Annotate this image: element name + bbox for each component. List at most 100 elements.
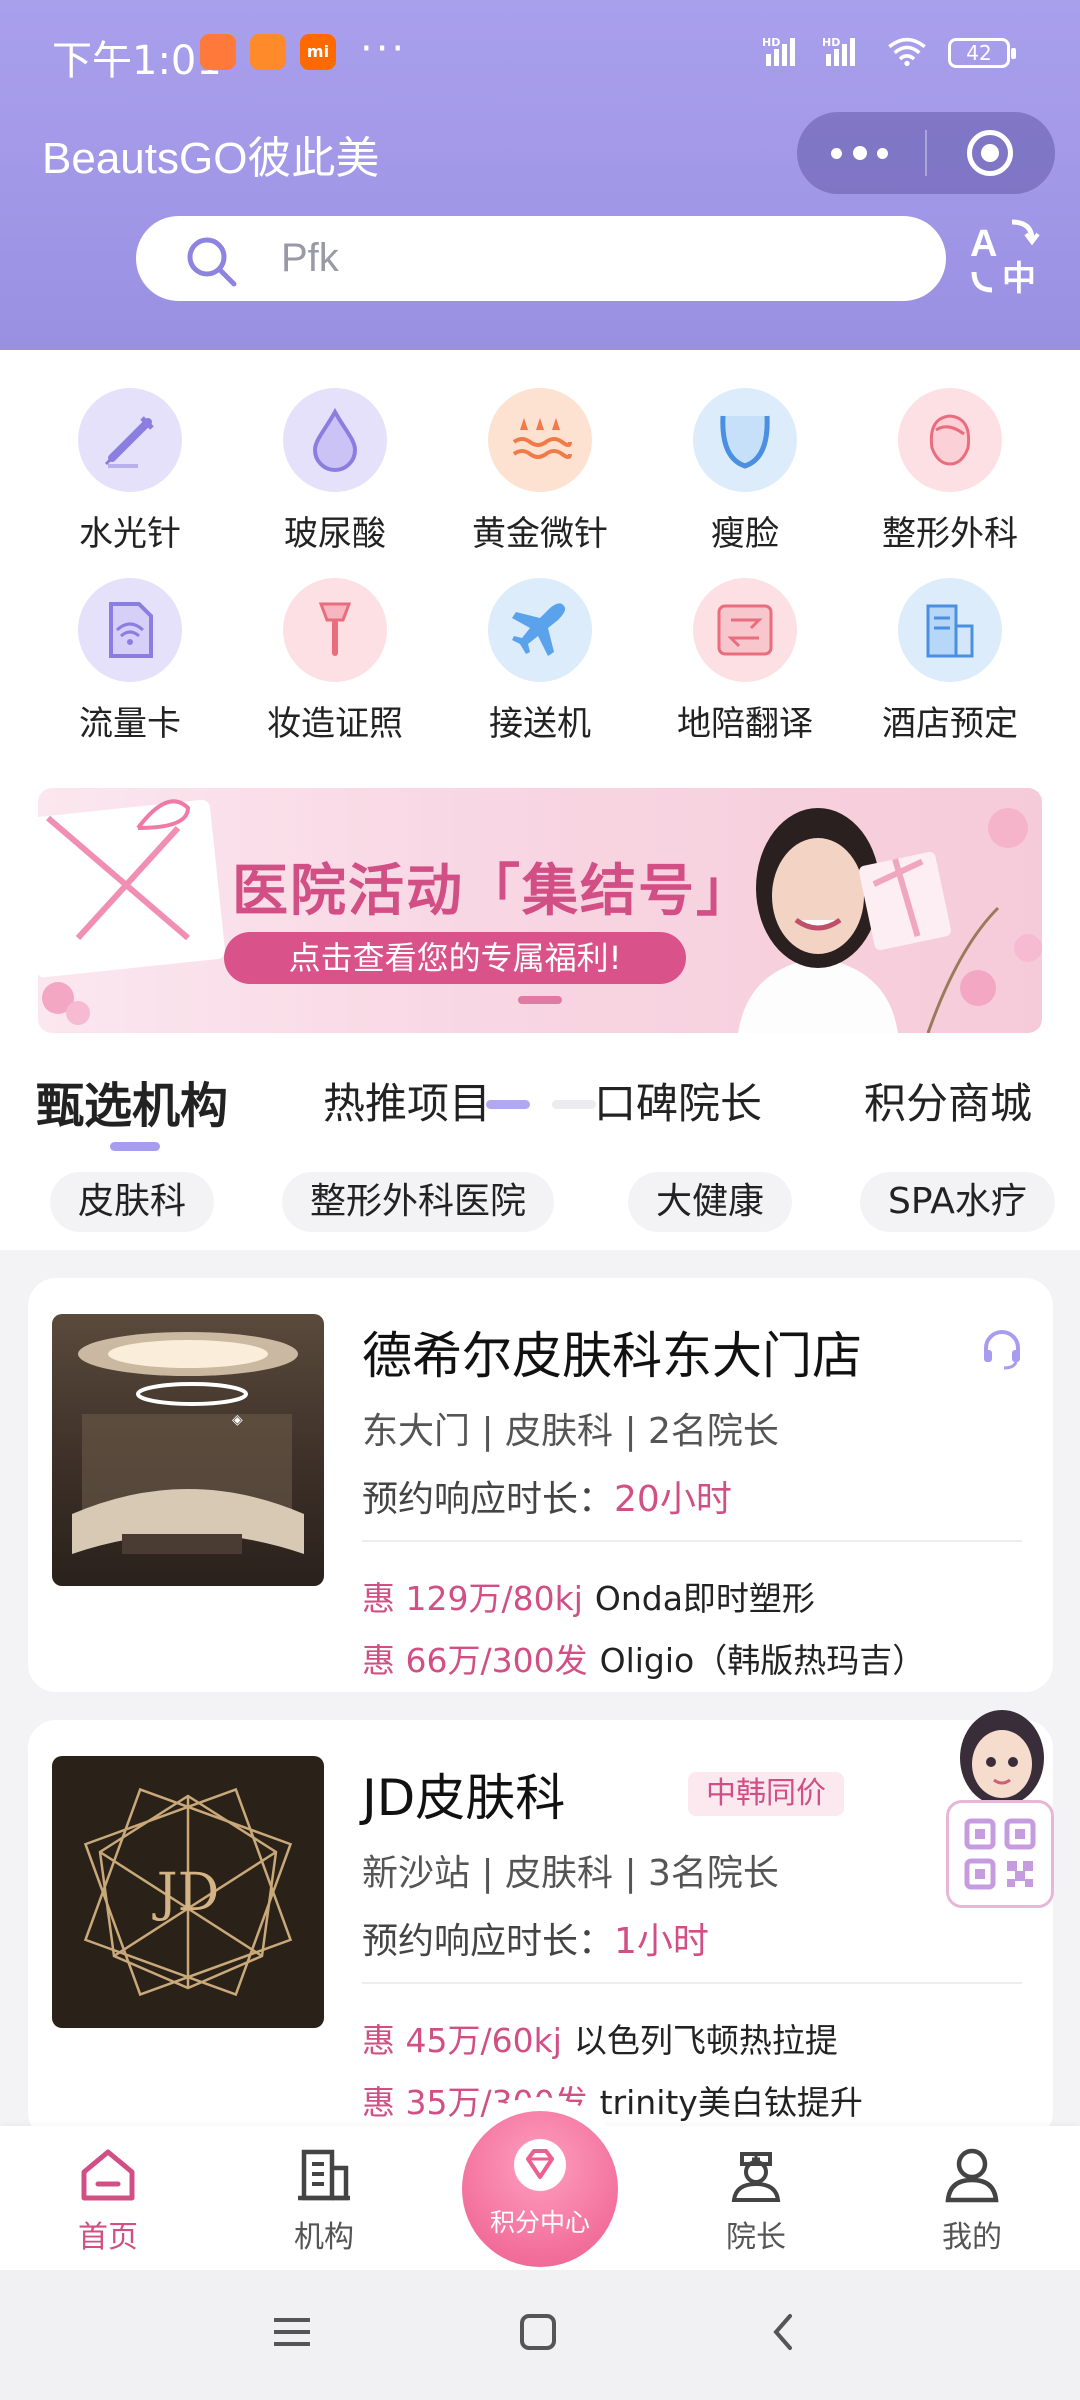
menu-item-face-slim[interactable]: 瘦脸 bbox=[655, 388, 835, 555]
svg-text:JD: JD bbox=[152, 1863, 220, 1923]
airplane-icon bbox=[488, 578, 592, 682]
signal-icon bbox=[766, 38, 798, 68]
deal-item[interactable]: 惠 129万/80kj Onda即时塑形 bbox=[362, 1572, 815, 1620]
status-time: 下午1:01 bbox=[52, 38, 222, 84]
chip-dermatology[interactable]: 皮肤科 bbox=[50, 1172, 215, 1232]
diamond-icon bbox=[514, 2139, 566, 2191]
section-tabs: 甄选机构 热推项目 口碑院长 积分商城 bbox=[0, 1070, 1080, 1151]
face-slim-icon bbox=[693, 388, 797, 492]
battery-indicator: 42 bbox=[948, 38, 1016, 68]
more-options-button[interactable] bbox=[831, 132, 891, 172]
gold-microneedle-icon bbox=[488, 388, 592, 492]
qr-code-button[interactable] bbox=[946, 1800, 1054, 1908]
hyaluronic-drop-icon bbox=[283, 388, 387, 492]
tab-featured-institutions[interactable]: 甄选机构 bbox=[36, 1066, 228, 1136]
deal-name: 以色列飞顿热拉提 bbox=[573, 2021, 838, 2060]
nav-label: 我的 bbox=[942, 2220, 1002, 2255]
qr-code-icon bbox=[964, 1818, 1036, 1890]
home-icon bbox=[81, 2149, 135, 2201]
points-center-label: 积分中心 bbox=[489, 2208, 590, 2237]
deal-item[interactable]: 惠 35万/300发 trinity美白钛提升 bbox=[362, 2076, 863, 2124]
status-bar: 下午1:01 mi ··· HD HD 42 bbox=[0, 0, 1080, 110]
nav-label: 院长 bbox=[726, 2220, 786, 2255]
chip-plastic-surgery[interactable]: 整形外科医院 bbox=[282, 1172, 555, 1232]
menu-item-label: 地陪翻译 bbox=[677, 704, 813, 744]
menu-item-plastic-surgery[interactable]: 整形外科 bbox=[860, 388, 1040, 555]
points-center-button[interactable]: 积分中心 bbox=[448, 2097, 632, 2281]
sim-card-icon bbox=[78, 578, 182, 682]
menu-item-sim-card[interactable]: 流量卡 bbox=[40, 578, 220, 745]
menu-item-label: 妆造证照 bbox=[267, 704, 403, 744]
makeup-brush-icon bbox=[283, 578, 387, 682]
tab-points-mall[interactable]: 积分商城 bbox=[864, 1070, 1032, 1131]
search-bar[interactable] bbox=[136, 216, 946, 301]
clinic-meta: 新沙站 | 皮肤科 | 3名院长 bbox=[362, 1853, 779, 1894]
deal-tag: 惠 bbox=[362, 1579, 395, 1618]
svg-text:中: 中 bbox=[1002, 259, 1036, 296]
search-input[interactable] bbox=[281, 230, 881, 286]
menu-item-gold-microneedle[interactable]: 黄金微针 bbox=[450, 388, 630, 555]
tab-hot-projects[interactable]: 热推项目 bbox=[323, 1070, 491, 1131]
deal-price: 66万/300发 bbox=[405, 1641, 588, 1680]
menu-item-label: 瘦脸 bbox=[711, 514, 779, 554]
menu-item-label: 黄金微针 bbox=[472, 514, 608, 554]
clinic-card[interactable]: ◈ 德希尔皮肤科东大门店 东大门 | 皮肤科 | 2名院长 预约响应时长：20小… bbox=[28, 1278, 1053, 1692]
mi-app-icon: mi bbox=[300, 34, 336, 70]
floating-assistant[interactable] bbox=[944, 1706, 1059, 1916]
deal-name: Onda即时塑形 bbox=[594, 1579, 815, 1618]
app-title: BeautsGO彼此美 bbox=[42, 134, 380, 183]
menu-item-hyaluronic[interactable]: 玻尿酸 bbox=[245, 388, 425, 555]
menu-item-makeup[interactable]: 妆造证照 bbox=[245, 578, 425, 745]
notification-app-icon bbox=[250, 34, 286, 70]
customer-service-icon[interactable] bbox=[980, 1328, 1024, 1372]
wifi-icon bbox=[888, 37, 926, 66]
deal-tag: 惠 bbox=[362, 2021, 395, 2060]
banner-pager-dot bbox=[518, 996, 562, 1004]
deal-item[interactable]: 惠 66万/300发 Oligio（韩版热玛吉） bbox=[362, 1634, 925, 1682]
deal-tag: 惠 bbox=[362, 1641, 395, 1680]
deal-name: Oligio（韩版热玛吉） bbox=[599, 1641, 926, 1680]
nav-home[interactable]: 首页 bbox=[48, 2146, 168, 2256]
deal-price: 129万/80kj bbox=[405, 1579, 583, 1618]
chip-spa[interactable]: SPA水疗 bbox=[860, 1172, 1055, 1232]
close-miniprogram-button[interactable] bbox=[967, 130, 1013, 176]
home-square-icon[interactable] bbox=[518, 2312, 558, 2352]
clinic-card[interactable]: JD JD皮肤科 中韩同价 新沙站 | 皮肤科 | 3名院长 预约响应时长：1小… bbox=[28, 1720, 1053, 2140]
system-navigation-bar bbox=[0, 2270, 1080, 2400]
search-icon bbox=[187, 237, 237, 287]
nav-institutions[interactable]: 机构 bbox=[264, 2146, 384, 2256]
menu-item-water-light[interactable]: 水光针 bbox=[40, 388, 220, 555]
response-time-value: 1小时 bbox=[614, 1921, 709, 1962]
translate-icon[interactable]: A 中 bbox=[966, 216, 1046, 296]
banner-subtitle: 点击查看您的专属福利! bbox=[224, 932, 686, 984]
card-divider bbox=[362, 1982, 1022, 1984]
back-icon[interactable] bbox=[764, 2312, 804, 2352]
points-center-circle: 积分中心 bbox=[462, 2111, 618, 2267]
response-time: 预约响应时长：20小时 bbox=[362, 1470, 732, 1522]
deal-price: 45万/60kj bbox=[405, 2021, 562, 2060]
menu-item-label: 玻尿酸 bbox=[284, 514, 386, 554]
menu-item-guide-translation[interactable]: 地陪翻译 bbox=[655, 578, 835, 745]
more-notifications-icon: ··· bbox=[360, 26, 408, 72]
chip-wellness[interactable]: 大健康 bbox=[628, 1172, 793, 1232]
filter-chips: 皮肤科 整形外科医院 大健康 SPA水疗 bbox=[0, 1172, 1080, 1234]
menu-icon[interactable] bbox=[272, 2312, 312, 2352]
menu-item-airport-transfer[interactable]: 接送机 bbox=[450, 578, 630, 745]
active-tab-indicator bbox=[110, 1142, 160, 1151]
clinic-logo: JD bbox=[52, 1756, 324, 2028]
signal-icon bbox=[826, 38, 858, 68]
tab-top-directors[interactable]: 口碑院长 bbox=[594, 1070, 762, 1131]
svg-text:◈: ◈ bbox=[232, 1412, 243, 1428]
menu-item-label: 整形外科 bbox=[882, 514, 1018, 554]
promo-banner[interactable]: 医院活动「集结号」 点击查看您的专属福利! bbox=[38, 788, 1042, 1033]
menu-item-label: 接送机 bbox=[489, 704, 591, 744]
header: 下午1:01 mi ··· HD HD 42 BeautsGO彼此美 Pfk A… bbox=[0, 0, 1080, 350]
nav-directors[interactable]: 院长 bbox=[696, 2146, 816, 2256]
nav-mine[interactable]: 我的 bbox=[912, 2146, 1032, 2256]
deal-item[interactable]: 惠 45万/60kj 以色列飞顿热拉提 bbox=[362, 2014, 838, 2062]
price-parity-badge: 中韩同价 bbox=[688, 1772, 844, 1816]
user-icon bbox=[945, 2148, 999, 2203]
response-time-label: 预约响应时长： bbox=[362, 1479, 615, 1520]
nav-label: 机构 bbox=[294, 2220, 354, 2255]
menu-item-hotel-booking[interactable]: 酒店预定 bbox=[860, 578, 1040, 745]
